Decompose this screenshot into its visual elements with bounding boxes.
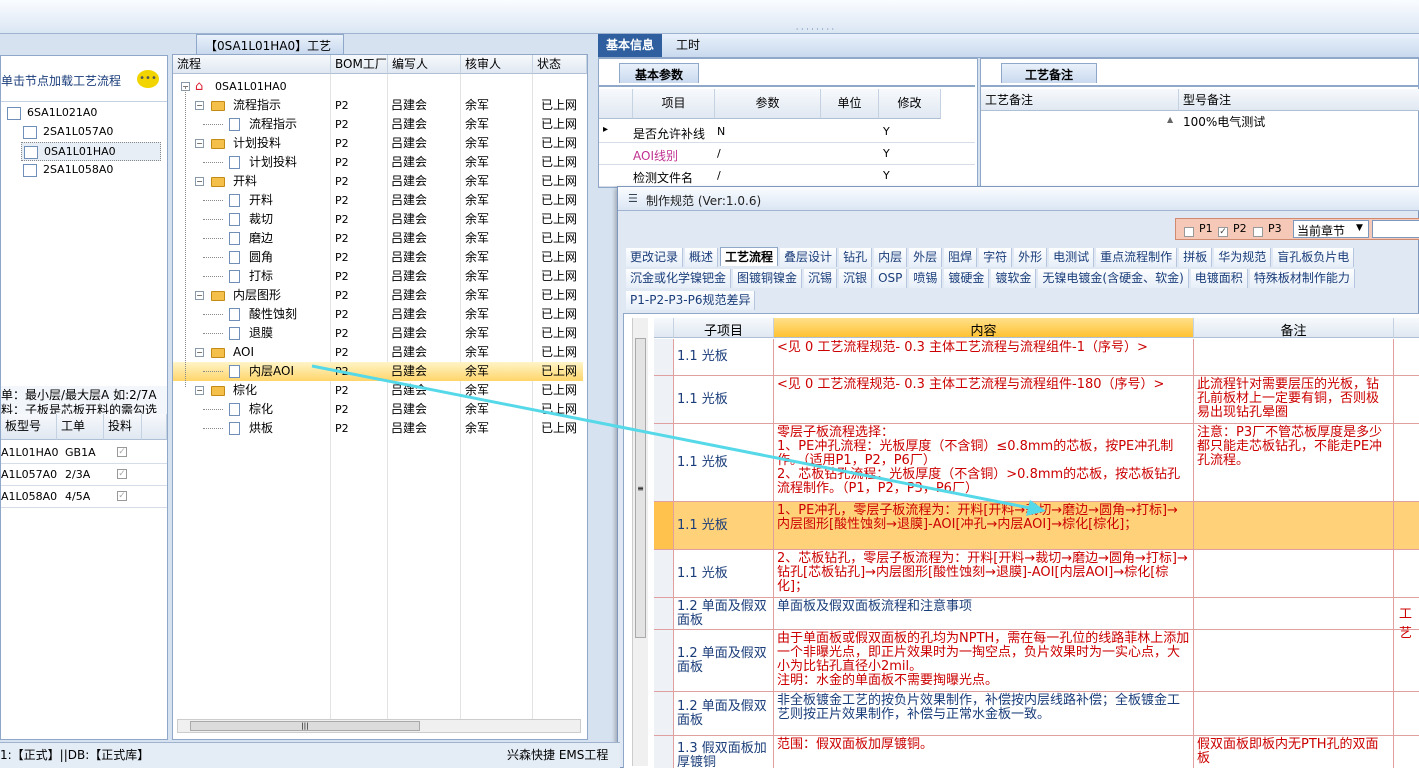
- arrow-head: [1026, 500, 1046, 516]
- status-right: 兴森快捷 EMS工程系: [507, 748, 609, 762]
- status-bar: 1:【正式】||DB:【正式库】 兴森快捷 EMS工程系: [0, 742, 620, 768]
- status-left: 1:【正式】||DB:【正式库】: [0, 748, 150, 762]
- arrow-line: [311, 364, 1041, 512]
- connector-arrow: [311, 364, 1046, 516]
